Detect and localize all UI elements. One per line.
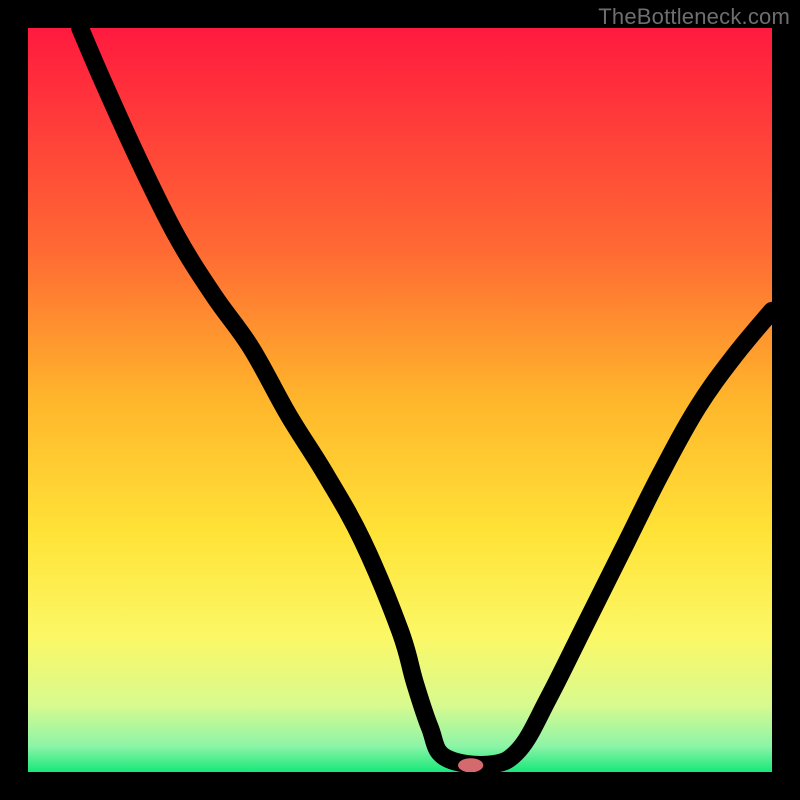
bottleneck-plot: [28, 28, 772, 772]
optimal-point-marker: [458, 758, 483, 772]
watermark-text: TheBottleneck.com: [598, 4, 790, 30]
chart-container: TheBottleneck.com: [0, 0, 800, 800]
